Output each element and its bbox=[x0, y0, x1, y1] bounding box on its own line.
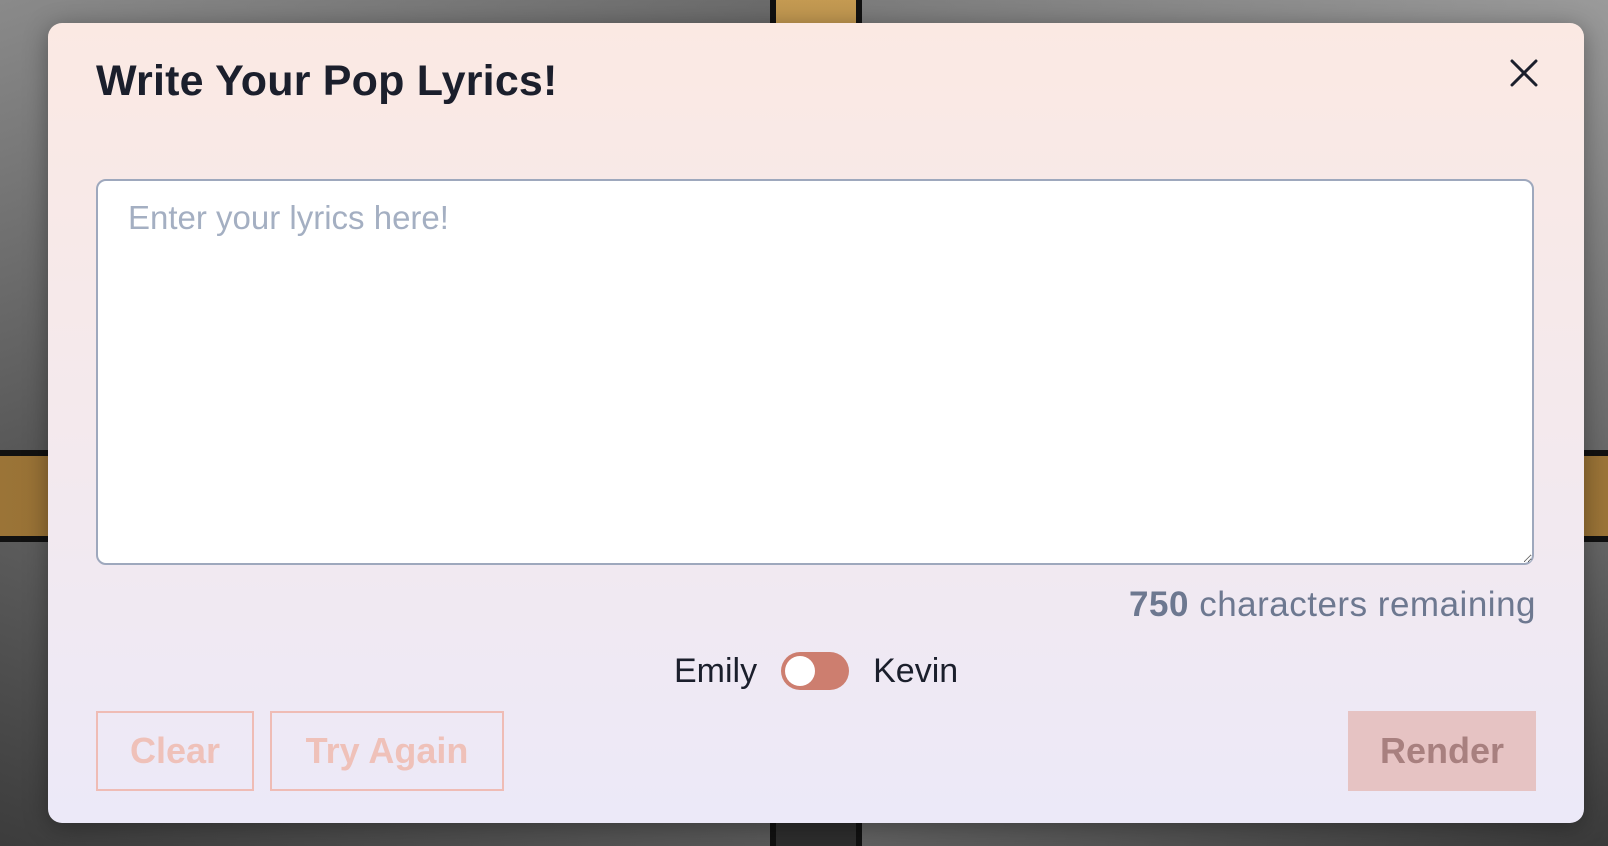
lyrics-modal: Write Your Pop Lyrics! 750 characters re… bbox=[48, 23, 1584, 823]
voice-switch[interactable] bbox=[781, 652, 850, 690]
modal-title: Write Your Pop Lyrics! bbox=[96, 57, 558, 105]
voice-option-emily[interactable]: Emily bbox=[674, 652, 757, 691]
lyrics-input[interactable] bbox=[96, 179, 1534, 565]
switch-knob bbox=[785, 656, 816, 686]
close-icon bbox=[1504, 53, 1544, 93]
characters-remaining-count: 750 bbox=[1129, 585, 1189, 624]
close-button[interactable] bbox=[1504, 53, 1544, 93]
render-button[interactable]: Render bbox=[1348, 711, 1536, 791]
voice-option-kevin[interactable]: Kevin bbox=[873, 652, 958, 691]
voice-toggle: Emily Kevin bbox=[674, 645, 958, 697]
clear-button[interactable]: Clear bbox=[96, 711, 254, 791]
characters-remaining-label: characters remaining bbox=[1199, 585, 1536, 624]
try-again-button[interactable]: Try Again bbox=[270, 711, 504, 791]
characters-remaining: 750 characters remaining bbox=[1129, 585, 1536, 625]
